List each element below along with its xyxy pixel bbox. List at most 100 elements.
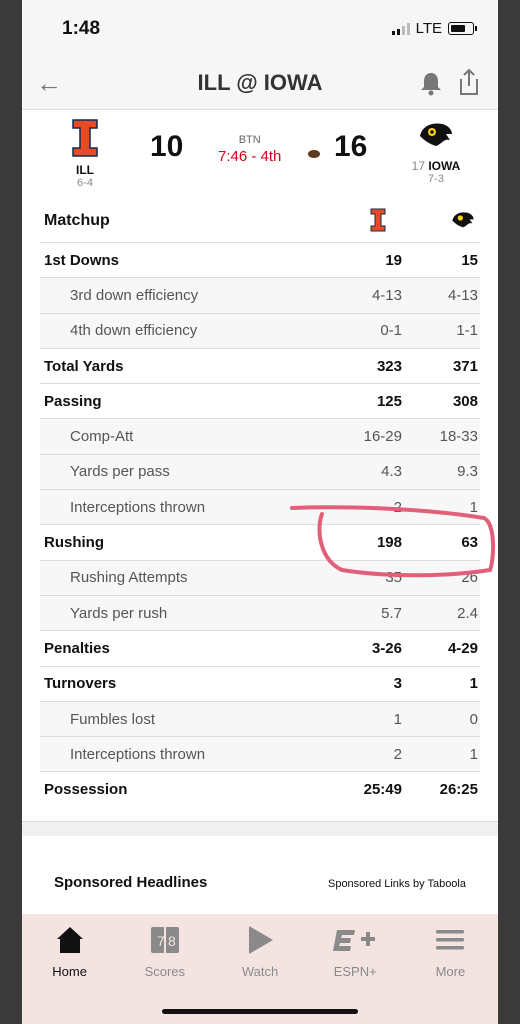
stat-label: Interceptions thrown bbox=[70, 745, 206, 763]
illinois-stat-value: 4.3 bbox=[381, 463, 402, 481]
iowa-stat-value: 0 bbox=[469, 710, 478, 728]
scoreboard[interactable]: ILL 6-4 10 BTN 7:46 - 4th 16 17 IOWA 7-3 bbox=[22, 110, 498, 196]
network-label: LTE bbox=[415, 20, 442, 37]
illinois-column-icon bbox=[370, 208, 386, 232]
stat-row: Comp-Att 16-29 18-33 bbox=[40, 418, 480, 455]
illinois-stat-value: 3 bbox=[393, 675, 402, 693]
team-stats-section: Matchup 1st Downs 19 15 3rd down efficiency… bbox=[22, 196, 498, 823]
tab-label: More bbox=[435, 964, 466, 979]
stat-row: 4th down efficiency 0-1 1-1 bbox=[40, 313, 480, 349]
illinois-stat-value: 198 bbox=[376, 534, 402, 552]
broadcast-network: BTN bbox=[238, 134, 261, 146]
stat-label: Yards per rush bbox=[70, 604, 168, 622]
iowa-stat-value: 1 bbox=[469, 745, 478, 763]
iowa-stat-value: 63 bbox=[461, 534, 478, 552]
stat-row: Fumbles lost 1 0 bbox=[40, 701, 480, 737]
stat-label: 4th down efficiency bbox=[70, 322, 198, 340]
home-name: 17 IOWA bbox=[406, 159, 466, 173]
stat-label: Turnovers bbox=[44, 675, 117, 693]
illinois-stat-value: 1 bbox=[393, 710, 402, 728]
stats-table: 1st Downs 19 15 3rd down efficiency 4-13 4-13… bbox=[40, 242, 480, 807]
app-header: ← ILL @ IOWA bbox=[22, 58, 498, 110]
phone-screen: 1:48 LTE ← ILL @ IOWA ILL 6-4 1 0 BTN 7:4… bbox=[22, 0, 498, 1024]
possession-football-icon bbox=[308, 150, 320, 158]
stat-label: 3rd down efficiency bbox=[70, 286, 199, 304]
iowa-stat-value: 9.3 bbox=[457, 463, 478, 481]
tab-scores[interactable]: 7 8 Scores bbox=[117, 914, 212, 1024]
iowa-stat-value: 4-29 bbox=[447, 639, 478, 657]
home-team[interactable]: 17 IOWA 7-3 bbox=[406, 120, 466, 185]
tab-label: Watch bbox=[241, 964, 279, 979]
svg-text:8: 8 bbox=[168, 933, 176, 949]
svg-text:7: 7 bbox=[157, 933, 165, 949]
stat-label: 1st Downs bbox=[44, 251, 120, 269]
stat-label: Fumbles lost bbox=[70, 710, 156, 728]
stat-row: Possession 25:49 26:25 bbox=[40, 771, 480, 807]
illinois-logo-icon bbox=[72, 119, 98, 157]
away-abbr: ILL bbox=[76, 163, 94, 177]
iowa-stat-value: 308 bbox=[452, 392, 478, 410]
stat-row: Yards per pass 4.3 9.3 bbox=[40, 454, 480, 490]
stat-row: Rushing Attempts 35 26 bbox=[40, 560, 480, 596]
illinois-stat-value: 2 bbox=[393, 745, 402, 763]
iowa-stat-value: 2.4 bbox=[457, 604, 478, 622]
iowa-stat-value: 1 bbox=[469, 675, 478, 693]
share-icon[interactable] bbox=[456, 68, 482, 96]
stat-row: Passing 125 308 bbox=[40, 383, 480, 419]
tab-espn-plus[interactable]: ESPN+ bbox=[308, 914, 403, 1024]
stat-row: Turnovers 3 1 bbox=[40, 666, 480, 701]
home-rank: 17 bbox=[411, 159, 425, 173]
tab-bar: Home 7 8 Scores Watch ESPN+ More bbox=[22, 914, 498, 1024]
tab-watch[interactable]: Watch bbox=[212, 914, 307, 1024]
matchup-label: Matchup bbox=[44, 212, 110, 229]
stat-label: Possession bbox=[44, 781, 128, 799]
iowa-stat-value: 18-33 bbox=[439, 428, 478, 446]
illinois-stat-value: 3-26 bbox=[371, 639, 402, 657]
stat-row: 1st Downs 19 15 bbox=[40, 242, 480, 278]
play-icon bbox=[249, 926, 273, 954]
stat-label: Passing bbox=[44, 392, 102, 410]
home-record: 7-3 bbox=[428, 173, 444, 185]
illinois-stat-value: 125 bbox=[376, 392, 402, 410]
home-score: 16 bbox=[334, 130, 368, 163]
iowa-stat-value: 26 bbox=[461, 569, 478, 587]
stat-label: Rushing bbox=[44, 534, 104, 552]
iowa-stat-value: 1-1 bbox=[456, 322, 478, 340]
espn-plus-icon bbox=[333, 930, 376, 951]
iowa-stat-value: 1 bbox=[469, 498, 478, 516]
scores-icon: 7 8 bbox=[150, 927, 179, 953]
home-icon bbox=[56, 927, 83, 953]
away-team[interactable]: ILL 6-4 bbox=[70, 118, 100, 189]
illinois-stat-value: 35 bbox=[385, 569, 402, 587]
tab-label: ESPN+ bbox=[333, 964, 377, 979]
illinois-stat-value: 4-13 bbox=[371, 286, 402, 304]
stat-label: Comp-Att bbox=[70, 428, 134, 446]
sponsored-heading: Sponsored Headlines bbox=[54, 874, 208, 892]
home-abbr: IOWA bbox=[428, 159, 461, 173]
iowa-stat-value: 26:25 bbox=[439, 781, 478, 799]
illinois-stat-value: 5.7 bbox=[381, 604, 402, 622]
stat-row: Rushing 198 63 bbox=[40, 524, 480, 560]
tab-label: Home bbox=[52, 964, 87, 979]
section-gap bbox=[22, 822, 498, 837]
stat-row: 3rd down efficiency 4-13 4-13 bbox=[40, 277, 480, 314]
signal-icon bbox=[391, 22, 410, 35]
stat-label: Penalties bbox=[44, 639, 110, 657]
iowa-stat-value: 371 bbox=[452, 357, 478, 375]
tab-label: Scores bbox=[144, 964, 186, 979]
matchup-header: Matchup bbox=[22, 196, 498, 242]
stat-row: Yards per rush 5.7 2.4 bbox=[40, 595, 480, 631]
tab-more[interactable]: More bbox=[403, 914, 498, 1024]
away-record: 6-4 bbox=[77, 177, 93, 189]
game-clock: 7:46 - 4th bbox=[218, 148, 282, 165]
illinois-stat-value: 323 bbox=[376, 357, 402, 375]
status-bar: 1:48 LTE bbox=[22, 0, 498, 58]
taboola-link[interactable]: Sponsored Links by Taboola bbox=[328, 878, 466, 890]
illinois-stat-value: 25:49 bbox=[363, 781, 402, 799]
home-indicator bbox=[162, 1009, 358, 1014]
tab-home[interactable]: Home bbox=[22, 914, 117, 1024]
bell-icon[interactable] bbox=[418, 70, 444, 96]
stat-row: Interceptions thrown 2 1 bbox=[40, 489, 480, 525]
menu-icon bbox=[436, 930, 465, 950]
stat-row: Total Yards 323 371 bbox=[40, 348, 480, 383]
